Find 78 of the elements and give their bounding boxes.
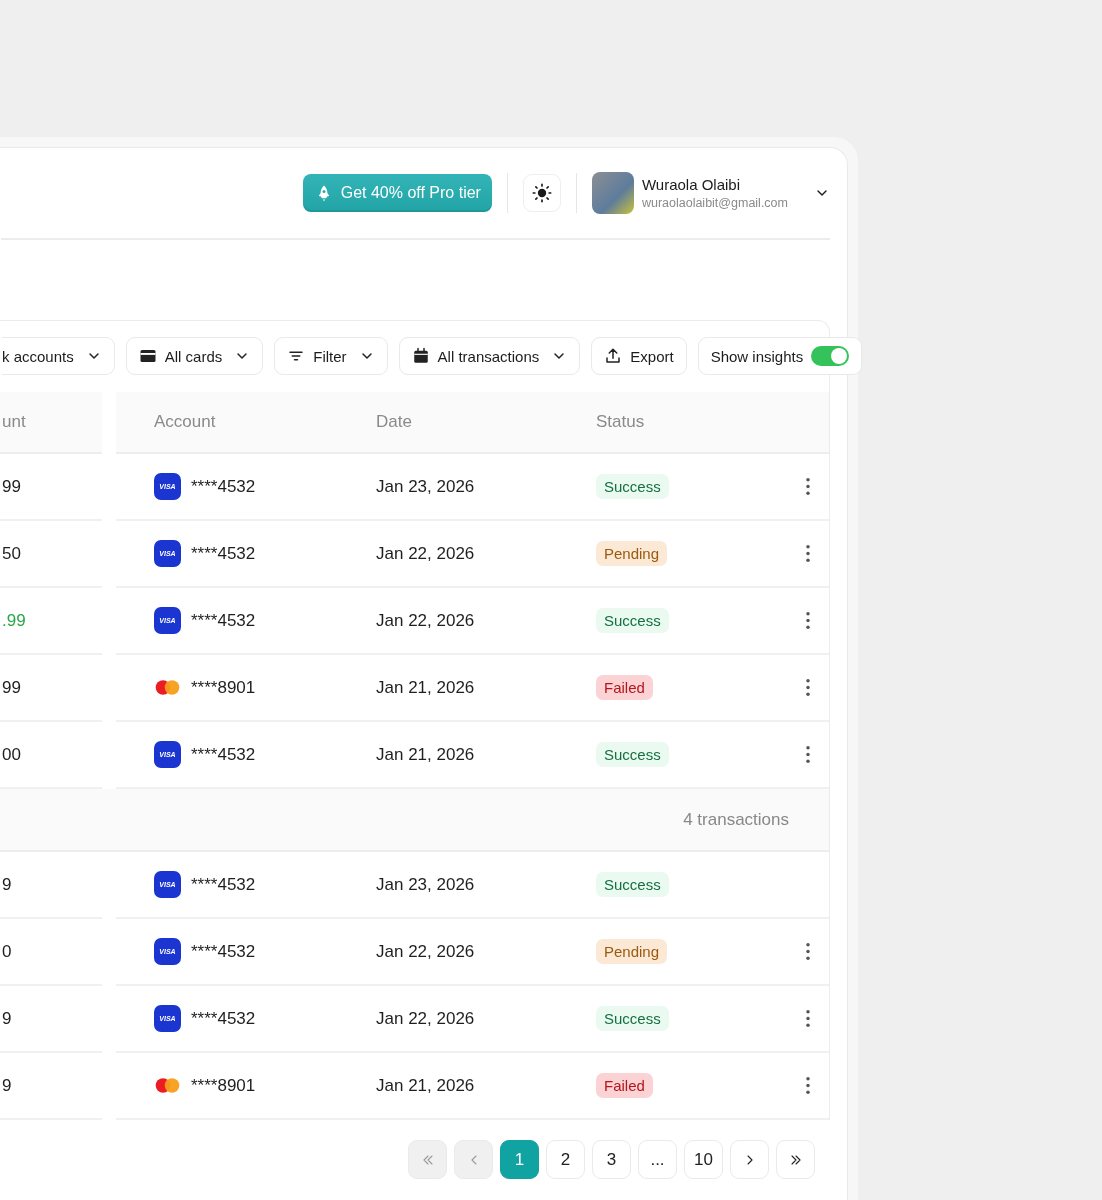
amount-text: 9 <box>2 874 12 895</box>
date-text: Jan 22, 2026 <box>376 941 475 962</box>
kebab-icon <box>805 612 810 629</box>
kebab-icon <box>805 478 810 495</box>
more-menu-button[interactable] <box>805 746 810 763</box>
column-header: Account <box>153 412 217 432</box>
status-badge: Pending <box>596 939 668 964</box>
more-menu-button[interactable] <box>805 943 810 960</box>
status-badge: Pending <box>596 541 668 566</box>
theme-toggle-button[interactable] <box>522 174 561 212</box>
status-badge: Success <box>596 872 669 897</box>
date-text: Jan 22, 2026 <box>376 543 475 564</box>
kebab-icon <box>805 746 810 763</box>
dropdown-button[interactable]: All cards <box>125 337 264 375</box>
date-text: Jan 21, 2026 <box>376 744 475 765</box>
card-number: ****8901 <box>191 677 256 698</box>
status-badge: Failed <box>596 675 653 700</box>
kebab-icon <box>805 545 810 562</box>
dropdown-button[interactable]: Filter <box>274 337 388 375</box>
more-menu-button[interactable] <box>805 478 810 495</box>
user-name: Wuraola Olaibi <box>641 176 741 193</box>
page-button[interactable]: 10 <box>684 1140 723 1179</box>
amount-text: .99 <box>2 610 26 631</box>
toggle-switch[interactable] <box>811 346 850 366</box>
card-number: ****8901 <box>191 1075 256 1096</box>
sun-icon <box>531 183 552 203</box>
card-number: ****4532 <box>191 941 256 962</box>
date-text: Jan 21, 2026 <box>376 677 475 698</box>
column-header: Date <box>376 412 413 432</box>
card-number: ****4532 <box>191 874 256 895</box>
export-button[interactable]: Export <box>591 337 687 375</box>
transaction-count: 4 transactions <box>683 809 789 830</box>
status-badge: Success <box>596 742 669 767</box>
switch-label: Show insights <box>710 347 804 365</box>
status-badge: Failed <box>596 1073 653 1098</box>
card-number: ****4532 <box>191 610 256 631</box>
page-button[interactable]: ... <box>638 1140 677 1179</box>
amount-text: 9 <box>2 1075 12 1096</box>
kebab-icon <box>805 679 810 696</box>
date-text: Jan 21, 2026 <box>376 1075 475 1096</box>
user-menu[interactable]: Wuraola Olaibi wuraolaolaibit@gmail.com <box>591 172 830 214</box>
calendar-icon <box>411 347 430 365</box>
date-text: Jan 22, 2026 <box>376 1008 475 1029</box>
date-text: Jan 23, 2026 <box>376 476 475 497</box>
page-button[interactable]: 3 <box>592 1140 631 1179</box>
amount-text: 99 <box>2 677 21 698</box>
user-email: wuraolaolaibit@gmail.com <box>641 196 788 210</box>
amount-text: 50 <box>2 543 21 564</box>
column-header: unt <box>2 412 26 432</box>
kebab-icon <box>805 943 810 960</box>
card-icon <box>138 347 157 365</box>
status-badge: Success <box>596 608 669 633</box>
dropdown-button[interactable]: All transactions <box>398 337 581 375</box>
kebab-icon <box>805 1010 810 1027</box>
kebab-icon <box>805 1077 810 1094</box>
card-number: ****4532 <box>191 476 256 497</box>
status-badge: Success <box>596 1006 669 1031</box>
amount-text: 00 <box>2 744 21 765</box>
card-number: ****4532 <box>191 744 256 765</box>
date-text: Jan 22, 2026 <box>376 610 475 631</box>
card-number: ****4532 <box>191 543 256 564</box>
amount-text: 9 <box>2 1008 12 1029</box>
card-number: ****4532 <box>191 1008 256 1029</box>
more-menu-button[interactable] <box>805 612 810 629</box>
page-button[interactable]: 2 <box>546 1140 585 1179</box>
amount-text: 99 <box>2 476 21 497</box>
column-header: Status <box>596 412 646 432</box>
more-menu-button[interactable] <box>805 545 810 562</box>
dropdown-button[interactable]: k accounts <box>2 337 115 375</box>
more-menu-button[interactable] <box>805 1010 810 1027</box>
amount-text: 0 <box>2 941 12 962</box>
status-badge: Success <box>596 474 669 499</box>
upload-icon <box>604 347 623 365</box>
more-menu-button[interactable] <box>805 1077 810 1094</box>
more-menu-button[interactable] <box>805 679 810 696</box>
avatar-photo <box>591 172 634 214</box>
date-text: Jan 23, 2026 <box>376 874 475 895</box>
insights-switch[interactable]: Show insights <box>697 337 863 375</box>
